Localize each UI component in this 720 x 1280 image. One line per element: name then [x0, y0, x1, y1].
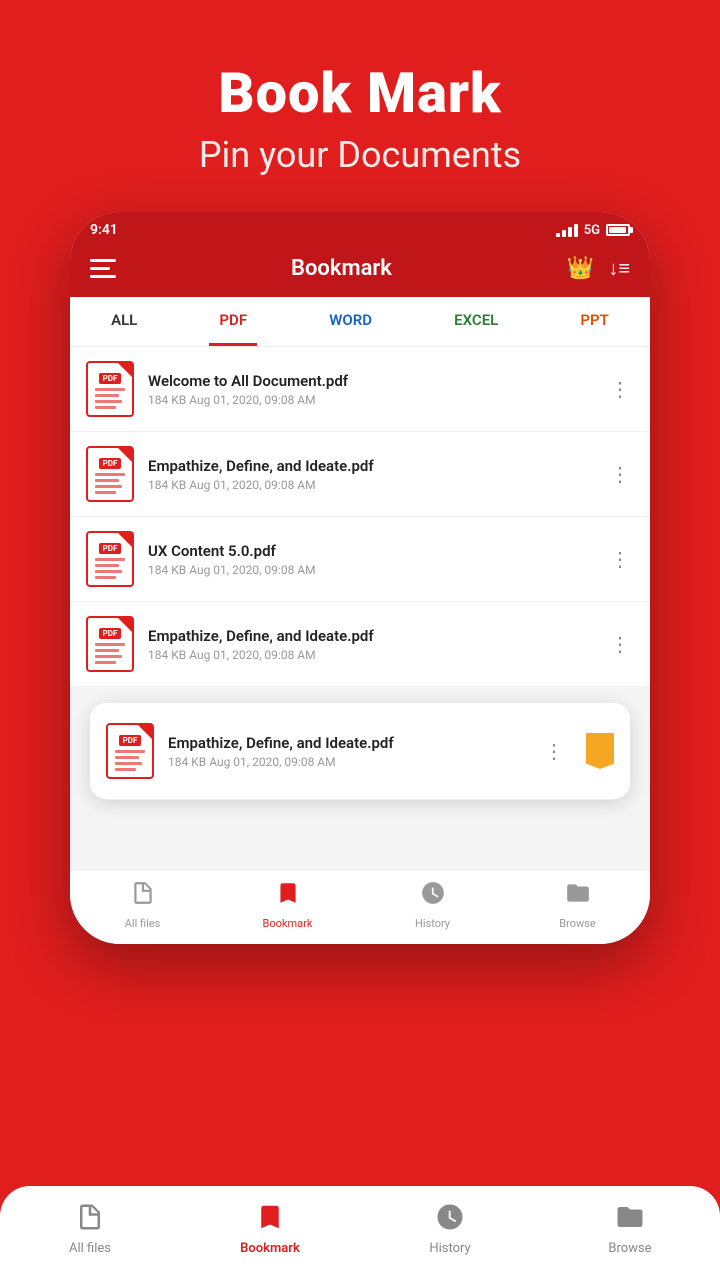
tab-pdf[interactable]: PDF [209, 297, 257, 346]
hamburger-icon[interactable] [90, 259, 116, 278]
app-header: Bookmark 👑 ↓≡ [70, 244, 650, 297]
file-meta-1: 184 KB Aug 01, 2020, 09:08 AM [148, 393, 592, 407]
outer-nav-all-files-icon [75, 1202, 105, 1236]
outer-nav-all-files[interactable]: All files [30, 1202, 150, 1256]
file-name-4: Empathize, Define, and Ideate.pdf [148, 627, 592, 645]
file-name-1: Welcome to All Document.pdf [148, 372, 592, 390]
status-time: 9:41 [90, 222, 118, 238]
popup-more-icon[interactable]: ⋮ [540, 735, 568, 767]
outer-nav-history[interactable]: History [390, 1202, 510, 1256]
nav-history-icon [420, 880, 446, 913]
more-icon-3[interactable]: ⋮ [606, 543, 634, 575]
file-info-1: Welcome to All Document.pdf 184 KB Aug 0… [148, 372, 592, 407]
outer-nav-bookmark-label: Bookmark [240, 1241, 300, 1256]
tab-all[interactable]: ALL [101, 297, 147, 346]
outer-nav-bookmark-icon [255, 1202, 285, 1236]
tab-ppt[interactable]: PPT [570, 297, 618, 346]
file-info-3: UX Content 5.0.pdf 184 KB Aug 01, 2020, … [148, 542, 592, 577]
file-icon-3: PDF [86, 531, 134, 587]
outer-nav-history-label: History [429, 1241, 470, 1256]
hero-title: Book Mark [218, 60, 501, 126]
more-icon-2[interactable]: ⋮ [606, 458, 634, 490]
hero-subtitle: Pin your Documents [199, 134, 521, 176]
bookmark-flag-icon[interactable] [586, 733, 614, 769]
signal-icon [556, 224, 578, 237]
nav-history[interactable]: History [393, 880, 473, 930]
file-icon-1: PDF [86, 361, 134, 417]
outer-nav-history-icon [435, 1202, 465, 1236]
outer-nav-browse-label: Browse [608, 1241, 651, 1256]
outer-nav-browse-icon [615, 1202, 645, 1236]
nav-bookmark[interactable]: Bookmark [248, 880, 328, 930]
network-label: 5G [584, 223, 600, 238]
nav-history-label: History [415, 917, 450, 930]
battery-icon [606, 224, 630, 236]
popup-file-icon: PDF [106, 723, 154, 779]
more-icon-1[interactable]: ⋮ [606, 373, 634, 405]
outer-nav-bookmark[interactable]: Bookmark [210, 1202, 330, 1256]
file-meta-2: 184 KB Aug 01, 2020, 09:08 AM [148, 478, 592, 492]
file-name-3: UX Content 5.0.pdf [148, 542, 592, 560]
tab-word[interactable]: WORD [319, 297, 382, 346]
nav-browse-label: Browse [559, 917, 596, 930]
app-title: Bookmark [291, 256, 392, 281]
popup-card: PDF Empathize, Define, and Ideate.pdf 18… [90, 703, 630, 799]
file-icon-4: PDF [86, 616, 134, 672]
nav-browse-icon [565, 880, 591, 913]
outer-nav-all-files-label: All files [69, 1241, 111, 1256]
nav-browse[interactable]: Browse [538, 880, 618, 930]
phone-mockup: 9:41 5G Bookmark 👑 ↓≡ ALL PDF WORD [70, 212, 650, 944]
sort-icon[interactable]: ↓≡ [608, 256, 630, 281]
header-actions: 👑 ↓≡ [567, 256, 630, 281]
nav-all-files[interactable]: All files [103, 880, 183, 930]
outer-bottom-nav: All files Bookmark History Browse [0, 1186, 720, 1280]
filter-tabs: ALL PDF WORD EXCEL PPT [70, 297, 650, 347]
popup-file-name: Empathize, Define, and Ideate.pdf [168, 734, 526, 752]
file-item-3[interactable]: PDF UX Content 5.0.pdf 184 KB Aug 01, 20… [70, 517, 650, 602]
nav-all-files-icon [130, 880, 156, 913]
file-info-2: Empathize, Define, and Ideate.pdf 184 KB… [148, 457, 592, 492]
file-icon-2: PDF [86, 446, 134, 502]
nav-all-files-label: All files [125, 917, 161, 930]
nav-bookmark-label: Bookmark [263, 917, 313, 930]
file-list: PDF Welcome to All Document.pdf 184 KB A… [70, 347, 650, 687]
file-meta-3: 184 KB Aug 01, 2020, 09:08 AM [148, 563, 592, 577]
status-bar: 9:41 5G [70, 212, 650, 244]
status-right: 5G [556, 223, 630, 238]
outer-nav-browse[interactable]: Browse [570, 1202, 690, 1256]
file-name-2: Empathize, Define, and Ideate.pdf [148, 457, 592, 475]
file-item-2[interactable]: PDF Empathize, Define, and Ideate.pdf 18… [70, 432, 650, 517]
file-item-1[interactable]: PDF Welcome to All Document.pdf 184 KB A… [70, 347, 650, 432]
file-info-4: Empathize, Define, and Ideate.pdf 184 KB… [148, 627, 592, 662]
more-icon-4[interactable]: ⋮ [606, 628, 634, 660]
file-item-4[interactable]: PDF Empathize, Define, and Ideate.pdf 18… [70, 602, 650, 687]
popup-file-meta: 184 KB Aug 01, 2020, 09:08 AM [168, 755, 526, 769]
popup-file-info: Empathize, Define, and Ideate.pdf 184 KB… [168, 734, 526, 769]
crown-icon[interactable]: 👑 [567, 256, 594, 281]
tab-excel[interactable]: EXCEL [444, 297, 508, 346]
nav-bookmark-icon [275, 880, 301, 913]
phone-bottom-nav: All files Bookmark History Browse [70, 869, 650, 944]
file-meta-4: 184 KB Aug 01, 2020, 09:08 AM [148, 648, 592, 662]
